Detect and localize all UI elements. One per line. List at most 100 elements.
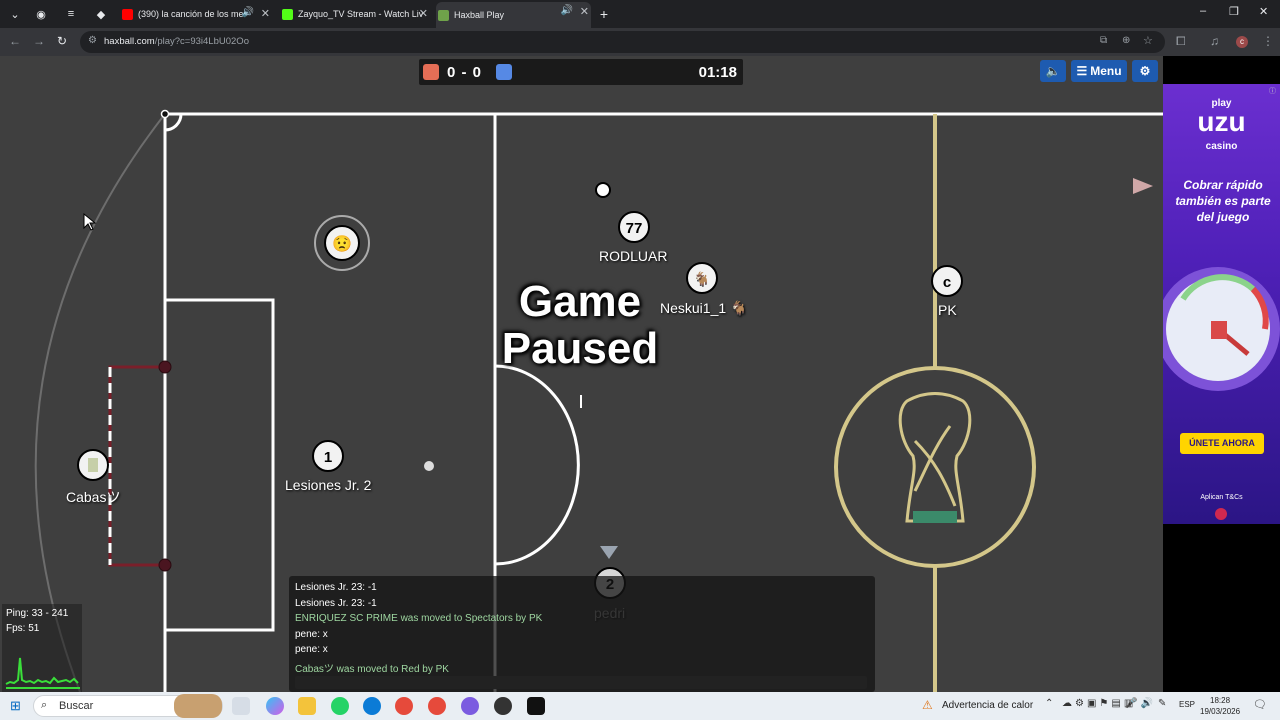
whatsapp-icon[interactable] [331, 697, 349, 715]
close-tab-icon[interactable]: ✕ [419, 7, 428, 20]
edge-icon[interactable] [363, 697, 381, 715]
file-explorer-icon[interactable] [298, 697, 316, 715]
speaker-icon[interactable]: 🔊 [561, 5, 573, 16]
casino-ad-banner[interactable]: ⓘ play uzu casino Cobrar rápido también … [1163, 84, 1280, 524]
warning-icon: ⚠ [922, 698, 933, 712]
tray-chevron-icon[interactable]: ⌃ [1045, 698, 1053, 709]
more-menu-icon[interactable]: ⋮ [1262, 34, 1274, 48]
chat-line-system: ENRIQUEZ SC PRIME was moved to Spectator… [295, 613, 543, 624]
tab-title: (390) la canción de los mer [138, 9, 247, 19]
media-control-icon[interactable]: ♫ [1210, 34, 1219, 48]
profile-avatar[interactable]: c [1236, 36, 1248, 48]
goal-post-top [158, 360, 172, 374]
reload-icon[interactable]: ↻ [57, 34, 67, 48]
player-disc-cabas [77, 449, 109, 481]
obs-icon[interactable] [461, 697, 479, 715]
forward-icon[interactable]: → [33, 34, 45, 48]
site-info-icon[interactable]: ⚙ [88, 35, 97, 46]
tray-pen-icon[interactable]: ✎ [1158, 698, 1166, 709]
ad-brand-sub: casino [1205, 141, 1238, 152]
close-tab-icon[interactable]: ✕ [580, 5, 589, 18]
player-name-pk: PK [938, 302, 957, 318]
bookmark-star-icon[interactable]: ☆ [1143, 34, 1153, 47]
corner-post [160, 109, 170, 119]
chat-line: Lesiones Jr. 23: -1 [295, 598, 377, 609]
ad-brand-main: uzu [1197, 106, 1246, 137]
svg-text:1: 1 [324, 449, 332, 466]
chat-line: pene: x [295, 629, 328, 640]
weather-text[interactable]: Advertencia de calor [942, 700, 1033, 711]
net-stats-panel: Ping: 33 - 241 Fps: 51 [2, 604, 82, 692]
tray-mic-speaker-icon[interactable]: 🎤🔊 [1125, 698, 1156, 709]
chrome-icon[interactable] [395, 697, 413, 715]
windows-start-icon[interactable]: ⊞ [10, 698, 21, 714]
gear-icon: ⚙ [1139, 64, 1151, 78]
ad-terms: Aplican T&Cs [1200, 494, 1243, 501]
fps-text: Fps: 51 [6, 623, 40, 634]
speaker-icon: 🔈 [1045, 64, 1061, 78]
translate-icon[interactable]: ⧉ [1100, 35, 1107, 46]
taskbar-search-box[interactable]: ⌕ Buscar [33, 694, 223, 718]
app-icon[interactable] [494, 697, 512, 715]
kick-favicon-icon [282, 8, 293, 20]
language-indicator[interactable]: ESP [1179, 700, 1195, 709]
chat-line: Lesiones Jr. 23: -1 [295, 582, 377, 593]
chat-input[interactable] [295, 676, 867, 689]
task-view-icon[interactable] [232, 697, 250, 715]
address-bar[interactable]: ⚙ haxball.com/play?c=93i4LbU02Oo ⧉ ⊕ ☆ [80, 31, 1165, 53]
paused-line-1: Game [518, 277, 642, 326]
close-tab-icon[interactable]: ✕ [261, 7, 270, 20]
pinned-tab-stack-icon[interactable]: ≡ [60, 4, 82, 24]
ad-info-icon[interactable]: ⓘ [1269, 86, 1276, 96]
sound-toggle-button[interactable]: 🔈 [1040, 60, 1066, 82]
svg-text:77: 77 [626, 220, 643, 237]
clock-date: 19/03/2026 [1200, 707, 1241, 716]
youtube-favicon-icon [122, 8, 133, 20]
scoreboard: 0 - 0 01:18 [419, 59, 743, 85]
speedometer-icon [1163, 267, 1280, 391]
chat-line: pene: x [295, 644, 328, 655]
speaker-icon[interactable]: 🔊 [242, 7, 254, 18]
close-window-button[interactable]: ✕ [1259, 5, 1268, 18]
new-tab-button[interactable]: + [593, 4, 615, 24]
haxball-game-canvas[interactable]: 77 🐐 c 1 2 😟 [0, 56, 1163, 692]
tab-haxball[interactable]: Haxball Play 🔊 ✕ [436, 2, 591, 28]
settings-button[interactable]: ⚙ [1132, 60, 1158, 82]
tab-title: Haxball Play [454, 10, 505, 20]
copilot-icon[interactable] [266, 697, 284, 715]
ad-bottom-spacer [1163, 524, 1280, 692]
tab-search-dropdown[interactable]: ⌄ [4, 4, 26, 24]
notifications-icon[interactable]: 🗨 [1253, 698, 1267, 711]
pinned-tab-icon[interactable]: ◉ [30, 4, 52, 24]
pinned-tab-diamond-icon[interactable]: ◆ [90, 4, 112, 24]
zoom-icon[interactable]: ⊕ [1122, 35, 1130, 46]
menu-button[interactable]: ☰ Menu [1071, 60, 1127, 82]
ad-headline: Cobrar rápido también es parte del juego [1175, 178, 1271, 224]
red-team-square [423, 64, 439, 80]
goal-net [108, 365, 165, 567]
url-path: /play?c=93i4LbU02Oo [154, 36, 249, 47]
system-clock[interactable]: 18:28 19/03/2026 [1200, 695, 1240, 717]
chat-box: Lesiones Jr. 23: -1 Lesiones Jr. 23: -1 … [289, 576, 875, 692]
url-host: haxball.com [104, 36, 155, 47]
tab-kick-stream[interactable]: Zayquo_TV Stream - Watch Liv ✕ [280, 4, 430, 24]
paused-line-2: Paused [501, 324, 659, 373]
game-timer: 01:18 [698, 64, 737, 81]
extensions-icon[interactable]: ⧠ [1176, 34, 1186, 49]
windows-taskbar: ⊞ ⌕ Buscar ⚠ Advertencia de calor ⌃ ☁⚙▣⚑… [0, 692, 1280, 720]
goal-post-bottom [158, 558, 172, 572]
minimize-button[interactable]: – [1200, 5, 1206, 17]
player-disc-pk: c [931, 265, 963, 297]
player-disc-emoji: 😟 [314, 215, 370, 271]
browser-tab-strip: ⌄ ◉ ≡ ◆ (390) la canción de los mer 🔊 ✕ … [0, 0, 1280, 28]
maximize-button[interactable]: ❐ [1229, 5, 1239, 18]
ad-cta-button[interactable]: ÚNETE AHORA [1180, 433, 1264, 454]
back-icon[interactable]: ← [9, 34, 21, 48]
blue-team-square [496, 64, 512, 80]
chat-line-system: Cabasツ was moved to Red by PK [295, 664, 449, 675]
player-disc-77: 77 [618, 211, 650, 243]
center-arc [494, 364, 580, 566]
tab-youtube[interactable]: (390) la canción de los mer 🔊 ✕ [120, 4, 272, 24]
chrome-profile-icon[interactable] [428, 697, 446, 715]
terminal-icon[interactable] [527, 697, 545, 715]
